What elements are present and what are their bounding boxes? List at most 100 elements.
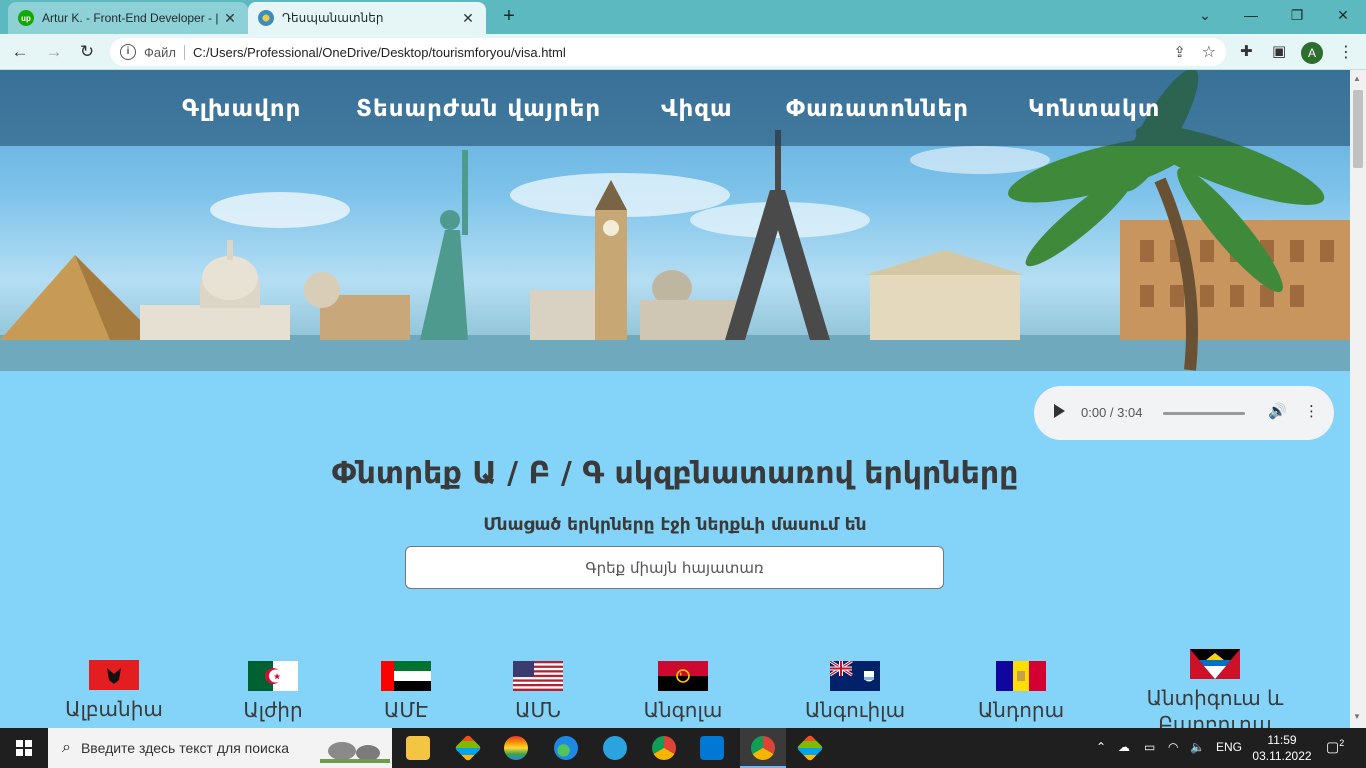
- country-name: Ալժիր: [243, 698, 303, 722]
- back-button[interactable]: ←: [8, 40, 32, 64]
- uae-flag-icon: [381, 661, 431, 691]
- country-search-input[interactable]: [405, 546, 944, 589]
- chrome-profile-icon: [751, 736, 775, 760]
- search-icon: ⌕: [62, 739, 71, 756]
- forward-button[interactable]: →: [42, 40, 66, 64]
- page-viewport: Գլխավոր Տեսարժան վայրեր Վիզա Փառատոններ …: [0, 70, 1350, 728]
- close-window-button[interactable]: ✕: [1320, 0, 1366, 30]
- upwork-icon: up: [18, 10, 34, 26]
- active-chrome-task[interactable]: [740, 728, 786, 768]
- nav-visa-link[interactable]: Վիզա: [661, 96, 733, 122]
- scroll-down-icon[interactable]: ▼: [1353, 712, 1361, 721]
- country-name: Անդորա: [977, 698, 1065, 722]
- country-card-andorra[interactable]: Անդորա: [976, 661, 1066, 723]
- volume-tray-icon[interactable]: 🔈: [1190, 740, 1205, 754]
- rainbow-app-icon[interactable]: [504, 736, 528, 760]
- language-indicator[interactable]: ENG: [1216, 740, 1242, 754]
- algeria-flag-icon: [248, 661, 298, 691]
- address-scheme-label: Файл: [144, 44, 185, 60]
- gitkraken-second-icon[interactable]: [796, 734, 824, 762]
- tab-strip: up Artur K. - Front-End Developer - | ✕ …: [0, 0, 1366, 34]
- tab-title: Artur K. - Front-End Developer - |: [42, 11, 219, 25]
- country-card-algeria[interactable]: Ալժիր: [228, 661, 318, 723]
- edge-icon[interactable]: [554, 736, 578, 760]
- usa-flag-icon: [513, 661, 563, 691]
- nav-sights-link[interactable]: Տեսարժան վայրեր: [356, 96, 601, 122]
- hero-banner: Գլխավոր Տեսարժան վայրեր Վիզա Փառատոններ …: [0, 70, 1350, 371]
- audio-more-icon[interactable]: ⋮: [1304, 402, 1319, 420]
- elephants-search-highlight-icon: [320, 742, 390, 763]
- audio-progress-slider[interactable]: [1163, 412, 1245, 415]
- taskbar-search-box[interactable]: ⌕ Введите здесь текст для поиска: [48, 728, 392, 768]
- page-title: Փնտրեք Ա / Բ / Գ սկզբնատառով երկրները: [331, 456, 1019, 491]
- address-url[interactable]: C:/Users/Professional/OneDrive/Desktop/t…: [193, 45, 566, 60]
- antigua-barbuda-flag-icon: [1190, 649, 1240, 679]
- reload-button[interactable]: ↻: [75, 40, 99, 64]
- volume-icon[interactable]: 🔊: [1268, 402, 1287, 420]
- vscode-icon[interactable]: [700, 736, 724, 760]
- chrome-icon[interactable]: [652, 736, 676, 760]
- country-name: Անգուիլա: [804, 698, 906, 722]
- scroll-up-icon[interactable]: ▲: [1353, 74, 1361, 83]
- notifications-icon[interactable]: ▢2: [1326, 738, 1344, 756]
- onedrive-icon[interactable]: ☁: [1118, 740, 1130, 754]
- page-scrollbar[interactable]: ▲ ▼: [1350, 70, 1366, 728]
- taskbar-search-placeholder: Введите здесь текст для поиска: [80, 740, 290, 756]
- andorra-flag-icon: [996, 661, 1046, 691]
- country-name: ԱՄԷ: [384, 698, 428, 722]
- country-card-angola[interactable]: Անգոլա: [638, 661, 728, 723]
- clock-date: 03.11.2022: [1252, 749, 1312, 763]
- system-clock[interactable]: 11:59 03.11.2022: [1252, 732, 1312, 764]
- tab-embassies[interactable]: Դեսպանատներ ✕: [248, 2, 486, 34]
- country-card-usa[interactable]: ԱՄՆ: [498, 661, 578, 723]
- share-icon[interactable]: ⇪: [1173, 43, 1186, 61]
- gitkraken-icon[interactable]: [454, 734, 482, 762]
- wifi-icon[interactable]: ◠: [1168, 740, 1178, 754]
- nav-contact-link[interactable]: Կոնտակտ: [1028, 96, 1160, 122]
- scrollbar-thumb[interactable]: [1353, 90, 1363, 168]
- tray-chevron-icon[interactable]: ⌃: [1096, 740, 1106, 754]
- audio-time: 0:00 / 3:04: [1081, 405, 1143, 420]
- nav-home-link[interactable]: Գլխավոր: [182, 96, 301, 122]
- tab-title: Դեսպանատներ: [282, 11, 384, 25]
- close-tab-icon[interactable]: ✕: [222, 10, 238, 27]
- address-bar[interactable]: i Файл C:/Users/Professional/OneDrive/De…: [110, 38, 1226, 66]
- site-globe-icon: [258, 10, 274, 26]
- country-name: Ալբանիա: [65, 697, 163, 721]
- side-panel-icon[interactable]: ▣: [1272, 42, 1286, 60]
- play-icon[interactable]: [1054, 404, 1065, 418]
- notification-count: 2: [1339, 738, 1345, 748]
- country-name: Անտիգուա և Բարբուդա: [1146, 686, 1284, 728]
- windows-start-icon[interactable]: [0, 728, 48, 768]
- info-icon[interactable]: i: [120, 44, 136, 60]
- tab-upwork[interactable]: up Artur K. - Front-End Developer - | ✕: [8, 2, 248, 34]
- nav-festivals-link[interactable]: Փառատոններ: [786, 96, 969, 122]
- close-tab-icon[interactable]: ✕: [460, 10, 476, 27]
- country-name: Անգոլա: [643, 698, 723, 722]
- audio-player: 0:00 / 3:04 🔊 ⋮: [1034, 386, 1334, 440]
- windows-taskbar: ⌕ Введите здесь текст для поиска ⌃ ☁ ▭ ◠…: [0, 728, 1366, 768]
- bookmark-star-icon[interactable]: ☆: [1202, 42, 1216, 62]
- albania-flag-icon: [89, 660, 139, 690]
- tab-search-chevron-icon[interactable]: ⌄: [1182, 0, 1228, 30]
- browser-toolbar: ← → ↻ i Файл C:/Users/Professional/OneDr…: [0, 34, 1366, 70]
- browser-menu-icon[interactable]: ⋮: [1338, 42, 1354, 62]
- new-tab-button[interactable]: +: [498, 6, 520, 28]
- country-card-anguilla[interactable]: Անգուիլա: [796, 661, 914, 723]
- minimize-button[interactable]: —: [1228, 0, 1274, 30]
- main-navigation: Գլխավոր Տեսարժան վայրեր Վիզա Փառատոններ …: [0, 70, 1350, 146]
- angola-flag-icon: [658, 661, 708, 691]
- file-explorer-icon[interactable]: [406, 736, 430, 760]
- battery-icon[interactable]: ▭: [1144, 740, 1155, 754]
- country-card-albania[interactable]: Ալբանիա: [64, 660, 164, 722]
- restore-button[interactable]: ❐: [1274, 0, 1320, 30]
- country-card-antigua-barbuda[interactable]: Անտիգուա և Բարբուդա: [1130, 649, 1300, 728]
- country-card-uae[interactable]: ԱՄԷ: [366, 661, 446, 723]
- country-name: ԱՄՆ: [515, 698, 561, 722]
- page-subtitle: Մնացած երկրները էջի ներքևի մասում են: [483, 515, 867, 535]
- clock-time: 11:59: [1267, 733, 1297, 747]
- anguilla-flag-icon: [830, 661, 880, 691]
- telegram-icon[interactable]: [603, 736, 627, 760]
- profile-avatar[interactable]: A: [1301, 42, 1323, 64]
- extensions-puzzle-icon[interactable]: ✚: [1240, 42, 1253, 60]
